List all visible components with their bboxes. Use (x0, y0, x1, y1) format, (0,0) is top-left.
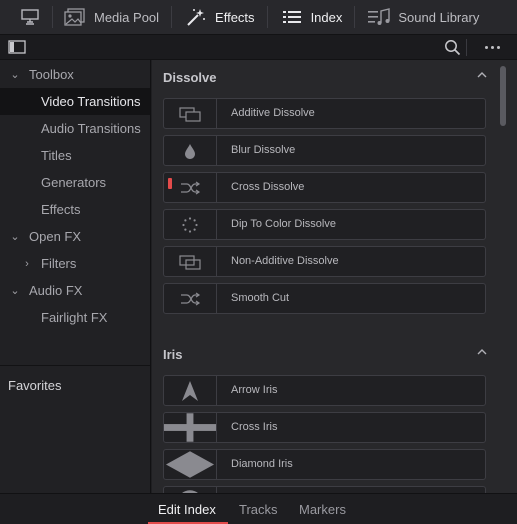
transition-label: Arrow Iris (231, 384, 278, 396)
search-button[interactable] (444, 39, 461, 61)
sidebar-toggle-icon (8, 40, 26, 58)
transition-label: Additive Dissolve (231, 107, 315, 119)
sidebar-item-label: Generators (41, 175, 107, 190)
smooth-cut-icon (164, 284, 217, 313)
chevron-up-icon[interactable] (476, 69, 488, 81)
transition-item-blur-dissolve[interactable]: Blur Dissolve (163, 135, 486, 166)
chevron-down-icon[interactable]: ⌄ (8, 284, 22, 297)
more-options-icon (484, 45, 500, 49)
monitor-icon (18, 7, 42, 27)
sidebar-item-label: Open FX (29, 229, 82, 244)
sidebar-item-label: Toolbox (29, 67, 74, 82)
cross-iris-icon (164, 413, 217, 442)
section-title: Dissolve (163, 70, 217, 85)
sidebar-item-toolbox[interactable]: ⌄ Toolbox (0, 61, 150, 88)
transition-item-dip-to-color-dissolve[interactable]: Dip To Color Dissolve (163, 209, 486, 240)
transition-label: Diamond Iris (231, 458, 293, 470)
transition-item-cross-iris[interactable]: Cross Iris (163, 412, 486, 443)
tab-edit-index[interactable]: Edit Index (158, 502, 216, 517)
effects-list-panel: Dissolve Additive Dissolve Blur Dissolve… (152, 60, 517, 493)
bottom-tab-bar: Edit Index Tracks Markers (0, 493, 517, 524)
sidebar-item-label: Titles (41, 148, 72, 163)
transition-item-additive-dissolve[interactable]: Additive Dissolve (163, 98, 486, 129)
index-list-icon (280, 7, 304, 27)
transition-label: Non-Additive Dissolve (231, 255, 339, 267)
sidebar-item-label: Filters (41, 256, 77, 271)
transition-item-arrow-iris[interactable]: Arrow Iris (163, 375, 486, 406)
sidebar-item-generators[interactable]: Generators (0, 169, 150, 196)
sidebar-divider (0, 365, 150, 366)
sidebar-item-effects[interactable]: Effects (0, 196, 150, 223)
media-pool-icon (63, 7, 87, 27)
chevron-up-icon[interactable] (476, 346, 488, 358)
transition-label: Cross Iris (231, 421, 278, 433)
effects-sidebar: ⌄ Toolbox Video Transitions Audio Transi… (0, 60, 151, 493)
transition-label: Blur Dissolve (231, 144, 296, 156)
sidebar-item-label: Effects (41, 202, 81, 217)
diamond-iris-icon (164, 450, 217, 479)
toolbar-sound-library-button[interactable]: Sound Library (355, 0, 487, 35)
transition-item-partial[interactable] (163, 486, 486, 493)
sound-library-icon (367, 7, 391, 27)
toolbar-index-button[interactable]: Index (268, 0, 355, 35)
toolbar-monitor-button[interactable] (0, 0, 52, 35)
sidebar-item-label: Video Transitions (41, 94, 141, 109)
cross-dissolve-icon (164, 173, 217, 202)
panel-header-bar (0, 35, 517, 60)
sidebar-item-audio-fx[interactable]: ⌄ Audio FX (0, 277, 150, 304)
sidebar-toggle-button[interactable] (8, 40, 26, 59)
sidebar-item-video-transitions[interactable]: Video Transitions (0, 88, 150, 115)
sidebar-item-titles[interactable]: Titles (0, 142, 150, 169)
additive-dissolve-icon (164, 99, 217, 128)
section-header-dissolve[interactable]: Dissolve (152, 61, 497, 91)
transition-label: Dip To Color Dissolve (231, 218, 336, 230)
transition-item-diamond-iris[interactable]: Diamond Iris (163, 449, 486, 480)
non-additive-dissolve-icon (164, 247, 217, 276)
arrow-iris-icon (164, 376, 217, 405)
toolbar-label-index: Index (310, 9, 343, 25)
header-divider (466, 39, 467, 56)
section-title: Iris (163, 347, 183, 362)
transition-item-smooth-cut[interactable]: Smooth Cut (163, 283, 486, 314)
sidebar-item-audio-transitions[interactable]: Audio Transitions (0, 115, 150, 142)
tab-tracks[interactable]: Tracks (239, 502, 278, 517)
sidebar-item-label: Audio Transitions (41, 121, 141, 136)
favorites-heading[interactable]: Favorites (8, 378, 61, 393)
tab-markers[interactable]: Markers (299, 502, 346, 517)
vertical-scrollbar[interactable] (500, 66, 506, 126)
toolbar-media-pool-button[interactable]: Media Pool (53, 0, 171, 35)
transition-label: Smooth Cut (231, 292, 290, 304)
sidebar-item-label: Audio FX (29, 283, 83, 298)
sidebar-item-fairlight-fx[interactable]: Fairlight FX (0, 304, 150, 331)
blur-drop-icon (164, 136, 217, 165)
transition-item-non-additive-dissolve[interactable]: Non-Additive Dissolve (163, 246, 486, 277)
favorite-marker (168, 178, 172, 189)
effects-wand-icon (184, 7, 208, 27)
top-toolbar: Media Pool Effects Index Sound Library (0, 0, 517, 35)
toolbar-effects-button[interactable]: Effects (172, 0, 267, 35)
sidebar-item-open-fx[interactable]: ⌄ Open FX (0, 223, 150, 250)
transition-item-cross-dissolve[interactable]: Cross Dissolve (163, 172, 486, 203)
chevron-down-icon[interactable]: ⌄ (8, 68, 22, 81)
more-options-button[interactable] (478, 39, 506, 55)
sidebar-item-filters[interactable]: › Filters (0, 250, 150, 277)
toolbar-label-media-pool: Media Pool (94, 9, 160, 25)
search-icon (444, 40, 461, 60)
section-header-iris[interactable]: Iris (152, 338, 497, 368)
dotted-circle-icon (164, 210, 217, 239)
chevron-down-icon[interactable]: ⌄ (8, 230, 22, 243)
chevron-right-icon[interactable]: › (20, 258, 34, 270)
sidebar-item-label: Fairlight FX (41, 310, 108, 325)
toolbar-label-effects: Effects (215, 9, 255, 25)
transition-label: Cross Dissolve (231, 181, 305, 193)
toolbar-label-sound-library: Sound Library (398, 9, 480, 25)
